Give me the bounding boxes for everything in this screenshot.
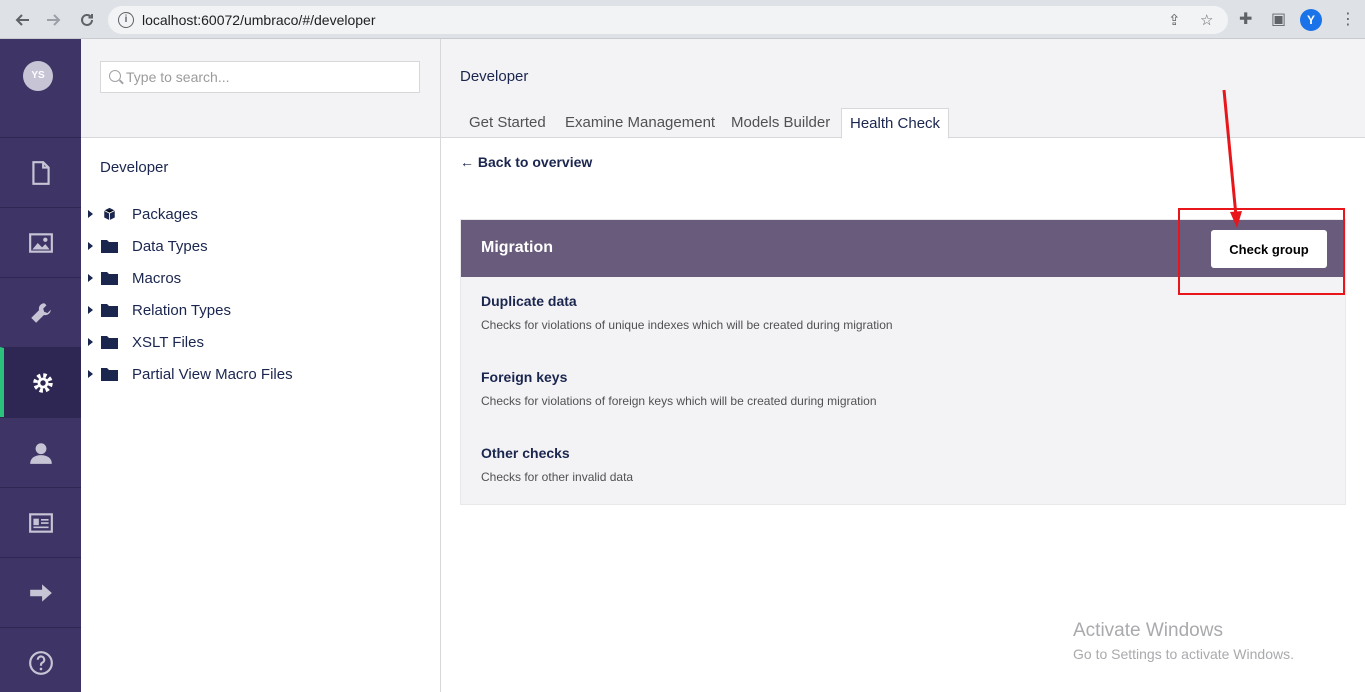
- star-icon[interactable]: ☆: [1200, 11, 1213, 29]
- share-icon[interactable]: ⇪: [1168, 11, 1181, 29]
- address-bar[interactable]: i localhost:60072/umbraco/#/developer ⇪ …: [108, 6, 1228, 34]
- tab-examine-management[interactable]: Examine Management: [557, 108, 723, 138]
- folder-icon: [101, 368, 118, 381]
- tree-item-partial-view-macro-files[interactable]: Partial View Macro Files: [81, 362, 440, 386]
- forward-arrow-icon[interactable]: [42, 8, 66, 32]
- check-item-other-checks: Other checks Checks for other invalid da…: [481, 445, 633, 484]
- tree-item-label: Partial View Macro Files: [132, 365, 293, 383]
- expand-caret-icon[interactable]: [88, 338, 93, 346]
- section-members[interactable]: [0, 487, 81, 557]
- section-forms[interactable]: [0, 557, 81, 627]
- info-icon[interactable]: i: [118, 12, 134, 28]
- folder-icon: [101, 304, 118, 317]
- side-panel-icon[interactable]: ▣: [1271, 9, 1286, 29]
- search-input[interactable]: [126, 66, 416, 88]
- check-description: Checks for violations of foreign keys wh…: [481, 394, 877, 408]
- expand-caret-icon[interactable]: [88, 242, 93, 250]
- expand-caret-icon[interactable]: [88, 370, 93, 378]
- watermark-line-2: Go to Settings to activate Windows.: [1073, 646, 1294, 662]
- wrench-icon: [30, 302, 51, 323]
- check-name: Other checks: [481, 445, 570, 461]
- back-to-overview-link[interactable]: ← Back to overview: [460, 154, 592, 170]
- user-icon: [29, 442, 52, 464]
- tree-item-data-types[interactable]: Data Types: [81, 234, 440, 258]
- tree-search: [100, 61, 420, 93]
- folder-icon: [101, 272, 118, 285]
- annotation-highlight-box: [1178, 208, 1345, 295]
- folder-icon: [101, 336, 118, 349]
- page-title: Developer: [460, 68, 529, 85]
- help-icon: [28, 650, 53, 675]
- section-bar: YS: [0, 39, 81, 692]
- tree-item-packages[interactable]: Packages: [81, 202, 440, 226]
- check-name: Duplicate data: [481, 293, 577, 309]
- id-card-icon: [28, 512, 53, 533]
- arrow-right-icon: [29, 583, 52, 602]
- tab-models-builder[interactable]: Models Builder: [723, 108, 838, 138]
- section-settings[interactable]: [0, 277, 81, 347]
- tree-item-label: Data Types: [132, 237, 208, 255]
- section-media[interactable]: [0, 207, 81, 277]
- annotation-arrow-icon: [1222, 89, 1242, 228]
- tree-item-label: Packages: [132, 205, 198, 223]
- check-item-duplicate-data: Duplicate data Checks for violations of …: [481, 293, 893, 332]
- windows-activation-watermark: Activate Windows Go to Settings to activ…: [1073, 620, 1294, 662]
- tree-item-label: XSLT Files: [132, 333, 204, 351]
- check-name: Foreign keys: [481, 369, 568, 385]
- watermark-line-1: Activate Windows: [1073, 620, 1223, 641]
- check-item-foreign-keys: Foreign keys Checks for violations of fo…: [481, 369, 877, 408]
- tree-item-xslt-files[interactable]: XSLT Files: [81, 330, 440, 354]
- section-developer[interactable]: [0, 347, 81, 417]
- search-icon: [109, 70, 121, 82]
- browser-toolbar: i localhost:60072/umbraco/#/developer ⇪ …: [0, 0, 1365, 39]
- tree-item-macros[interactable]: Macros: [81, 266, 440, 290]
- folder-icon: [101, 240, 118, 253]
- group-title: Migration: [481, 239, 553, 256]
- tab-get-started[interactable]: Get Started: [461, 108, 554, 138]
- kebab-menu-icon[interactable]: ⋮: [1340, 9, 1356, 29]
- gear-icon: [32, 372, 53, 393]
- check-description: Checks for violations of unique indexes …: [481, 318, 893, 332]
- check-description: Checks for other invalid data: [481, 470, 634, 484]
- tree-item-relation-types[interactable]: Relation Types: [81, 298, 440, 322]
- package-icon: [104, 207, 115, 221]
- user-avatar[interactable]: YS: [23, 61, 53, 91]
- url-text[interactable]: localhost:60072/umbraco/#/developer: [142, 12, 376, 28]
- tree-item-label: Macros: [132, 269, 182, 287]
- section-help[interactable]: [0, 627, 81, 692]
- tree-title[interactable]: Developer: [100, 159, 168, 176]
- expand-caret-icon[interactable]: [88, 210, 93, 218]
- tab-health-check[interactable]: Health Check: [841, 108, 950, 139]
- back-arrow-icon[interactable]: [10, 8, 34, 32]
- image-icon: [28, 232, 53, 253]
- expand-caret-icon[interactable]: [88, 306, 93, 314]
- expand-caret-icon[interactable]: [88, 274, 93, 282]
- extensions-icon[interactable]: ✚: [1239, 9, 1252, 29]
- developer-tree: Developer Packages Data Types Macros Rel…: [81, 39, 441, 692]
- profile-avatar[interactable]: Y: [1300, 9, 1322, 31]
- reload-icon[interactable]: [75, 8, 99, 32]
- tree-header: [81, 39, 440, 138]
- section-users[interactable]: [0, 417, 81, 487]
- section-content[interactable]: [0, 137, 81, 207]
- document-icon: [31, 160, 50, 185]
- tree-item-label: Relation Types: [132, 301, 231, 319]
